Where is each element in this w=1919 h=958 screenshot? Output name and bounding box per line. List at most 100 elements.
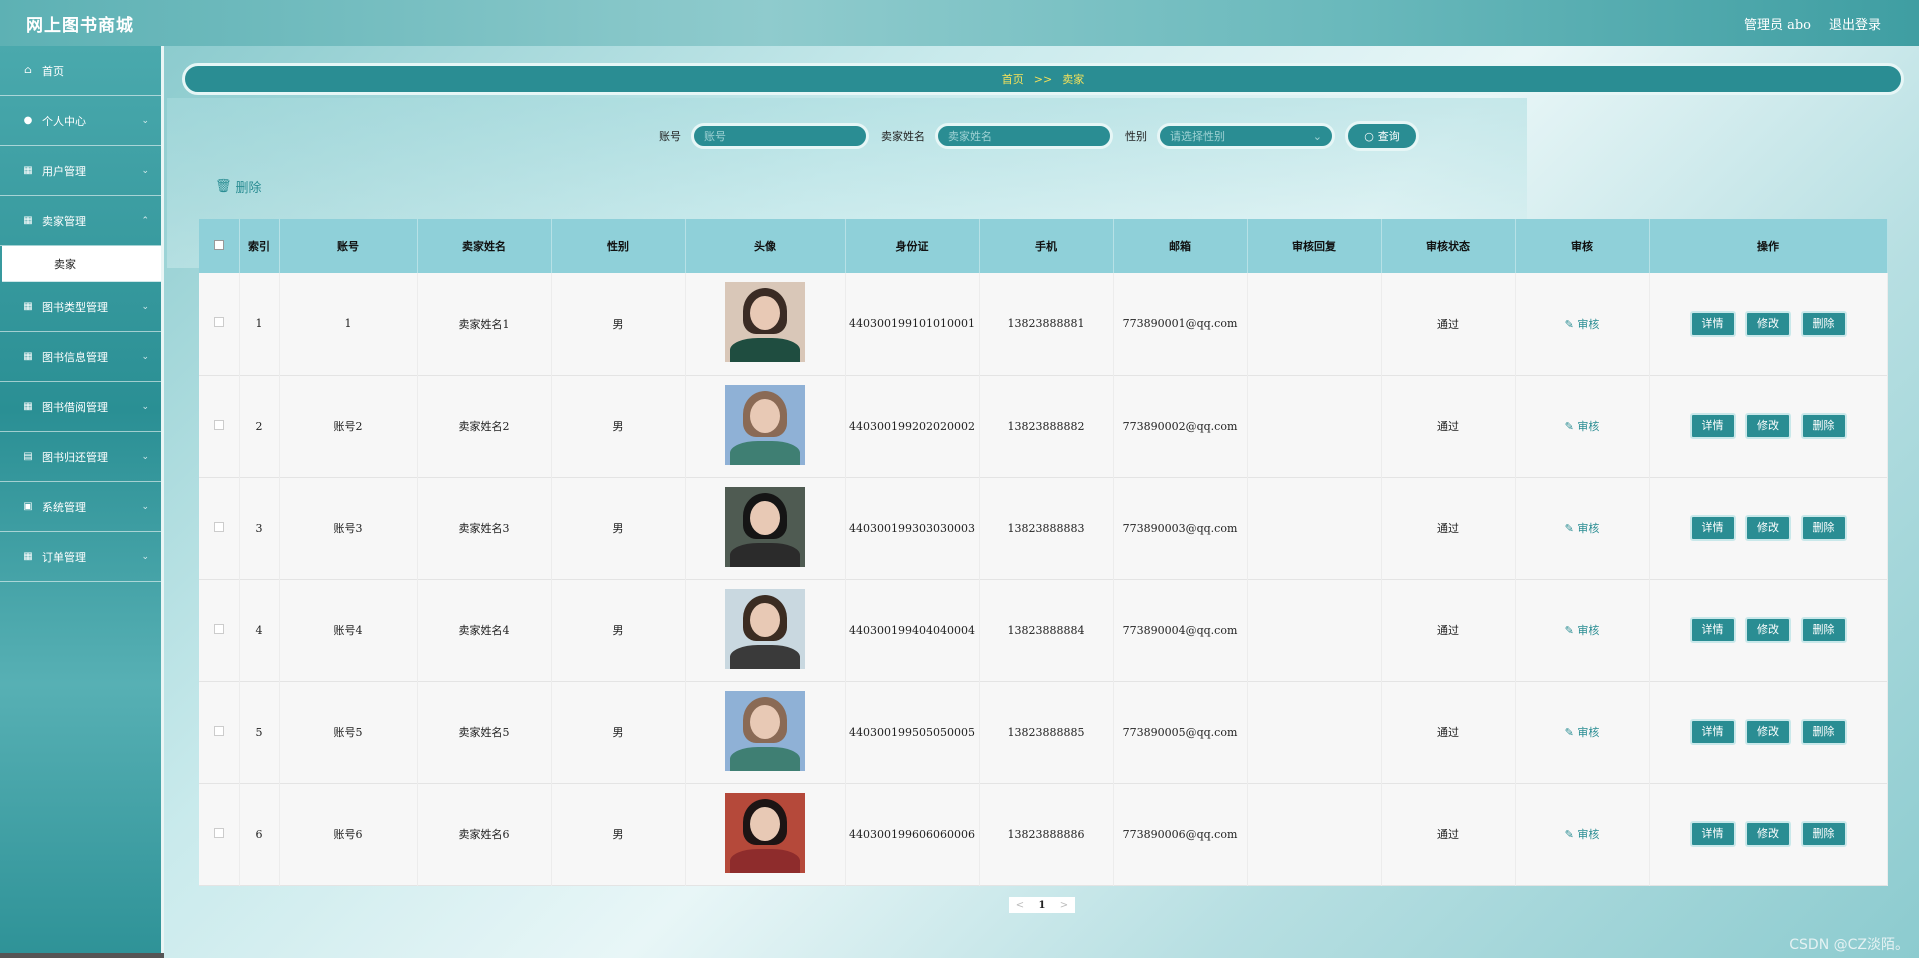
detail-button[interactable]: 详情: [1689, 617, 1736, 643]
next-page-button[interactable]: >: [1053, 897, 1075, 913]
cell-actions: 详情 修改 删除: [1649, 783, 1888, 885]
delete-button[interactable]: 删除: [1800, 617, 1847, 643]
cell-audit-status: 通过: [1381, 273, 1516, 375]
row-checkbox[interactable]: [213, 419, 224, 430]
sidebar-item-system-management[interactable]: ▣ 系统管理 ⌄: [0, 482, 161, 532]
sidebar-item-seller-management[interactable]: ▦ 卖家管理 ⌃: [0, 196, 161, 246]
cell-actions: 详情 修改 删除: [1649, 375, 1888, 477]
audit-link-label: 审核: [1577, 726, 1600, 739]
cell-index: 4: [239, 579, 280, 681]
column-header: 身份证: [845, 219, 980, 273]
query-button-label: 查询: [1377, 130, 1400, 143]
admin-user-label[interactable]: 管理员 abo: [1744, 14, 1811, 33]
grid-icon: ▦: [23, 551, 33, 562]
breadcrumb-home[interactable]: 首页: [1002, 71, 1024, 87]
sidebar-bottom-strip: [0, 953, 164, 958]
sidebar-item-book-borrow-management[interactable]: ▦ 图书借阅管理 ⌄: [0, 382, 161, 432]
delete-button[interactable]: 删除: [1800, 515, 1847, 541]
page-number[interactable]: 1: [1031, 897, 1053, 913]
cell-audit-status: 通过: [1381, 579, 1516, 681]
sidebar-subitem-seller[interactable]: 卖家: [2, 246, 161, 282]
cell-actions: 详情 修改 删除: [1649, 579, 1888, 681]
audit-link[interactable]: ✎ 审核: [1565, 420, 1600, 433]
sidebar-item-personal-center[interactable]: ● 个人中心 ⌄: [0, 96, 161, 146]
seller-name-search-input[interactable]: 卖家姓名: [935, 123, 1113, 149]
cell-id-card: 440300199303030003: [845, 477, 980, 579]
row-select-cell[interactable]: [199, 681, 240, 783]
sidebar-item-label: 个人中心: [42, 114, 86, 128]
edit-button[interactable]: 修改: [1745, 515, 1791, 541]
row-checkbox[interactable]: [213, 623, 224, 634]
row-select-cell[interactable]: [199, 579, 240, 681]
sidebar-item-book-type-management[interactable]: ▦ 图书类型管理 ⌄: [0, 282, 161, 332]
home-icon: ⌂: [24, 65, 32, 76]
cell-id-card: 440300199202020002: [845, 375, 980, 477]
select-all-checkbox[interactable]: [213, 239, 224, 250]
logout-link[interactable]: 退出登录: [1829, 14, 1881, 33]
audit-link[interactable]: ✎ 审核: [1565, 726, 1600, 739]
cell-account: 账号5: [279, 681, 418, 783]
row-select-cell[interactable]: [199, 783, 240, 885]
query-button[interactable]: ○ 查询: [1345, 121, 1419, 151]
row-checkbox[interactable]: [213, 521, 224, 532]
account-label: 账号: [659, 130, 681, 143]
detail-button[interactable]: 详情: [1689, 719, 1736, 745]
account-search-input[interactable]: 账号: [691, 123, 869, 149]
prev-page-button[interactable]: <: [1009, 897, 1031, 913]
gender-select[interactable]: 请选择性别 ⌄: [1157, 123, 1335, 149]
edit-button[interactable]: 修改: [1745, 310, 1791, 337]
edit-button[interactable]: 修改: [1745, 719, 1791, 745]
cell-actions: 详情 修改 删除: [1649, 681, 1888, 783]
row-select-cell[interactable]: [199, 273, 240, 375]
detail-button[interactable]: 详情: [1689, 310, 1736, 337]
row-checkbox[interactable]: [213, 827, 224, 838]
table-row: 3 账号3 卖家姓名3 男 440300199303030003 1382388…: [199, 477, 1888, 579]
edit-button[interactable]: 修改: [1745, 821, 1791, 847]
select-all-header[interactable]: [199, 219, 240, 273]
sidebar-item-book-return-management[interactable]: ▤ 图书归还管理 ⌄: [0, 432, 161, 482]
avatar-face: [750, 806, 780, 841]
row-select-cell[interactable]: [199, 375, 240, 477]
row-select-cell[interactable]: [199, 477, 240, 579]
delete-button[interactable]: 删除: [1800, 719, 1847, 745]
sidebar-item-order-management[interactable]: ▦ 订单管理 ⌄: [0, 532, 161, 582]
sidebar-item-home[interactable]: ⌂ 首页: [0, 46, 161, 96]
cell-phone: 13823888885: [979, 681, 1114, 783]
sidebar-item-label: 首页: [42, 64, 64, 78]
sidebar-item-label: 图书借阅管理: [42, 400, 108, 414]
breadcrumb-separator: >>: [1033, 72, 1053, 86]
cell-account: 账号3: [279, 477, 418, 579]
sidebar-item-label: 图书信息管理: [42, 350, 108, 364]
delete-button[interactable]: 删除: [1800, 310, 1847, 337]
detail-button[interactable]: 详情: [1689, 821, 1736, 847]
row-checkbox[interactable]: [213, 317, 224, 328]
cell-seller-name: 卖家姓名4: [417, 579, 552, 681]
user-icon: ●: [23, 115, 33, 126]
cell-phone: 13823888883: [979, 477, 1114, 579]
audit-link[interactable]: ✎ 审核: [1565, 828, 1600, 841]
cell-avatar: [685, 579, 846, 681]
delete-button[interactable]: 删除: [1800, 413, 1847, 439]
audit-link[interactable]: ✎ 审核: [1565, 624, 1600, 637]
column-header: 索引: [239, 219, 280, 273]
audit-link[interactable]: ✎ 审核: [1565, 318, 1600, 331]
detail-button[interactable]: 详情: [1689, 413, 1736, 439]
top-bar: 网上图书商城 管理员 abo 退出登录: [0, 0, 1919, 46]
cell-audit: ✎ 审核: [1515, 375, 1650, 477]
audit-link-label: 审核: [1577, 828, 1600, 841]
cell-audit-reply: [1247, 477, 1382, 579]
audit-link-label: 审核: [1577, 522, 1600, 535]
detail-button[interactable]: 详情: [1689, 515, 1736, 541]
delete-button[interactable]: 删除: [1800, 821, 1847, 847]
cell-audit: ✎ 审核: [1515, 579, 1650, 681]
audit-link[interactable]: ✎ 审核: [1565, 522, 1600, 535]
edit-button[interactable]: 修改: [1745, 617, 1791, 643]
edit-button[interactable]: 修改: [1745, 413, 1791, 439]
sidebar-item-book-info-management[interactable]: ▦ 图书信息管理 ⌄: [0, 332, 161, 382]
audit-link-label: 审核: [1577, 624, 1600, 637]
edit-icon: ✎: [1564, 522, 1574, 535]
row-checkbox[interactable]: [213, 725, 224, 736]
cell-index: 1: [239, 273, 280, 375]
sidebar-item-user-management[interactable]: ▦ 用户管理 ⌄: [0, 146, 161, 196]
batch-delete-button[interactable]: 🗑 删除: [215, 177, 262, 196]
